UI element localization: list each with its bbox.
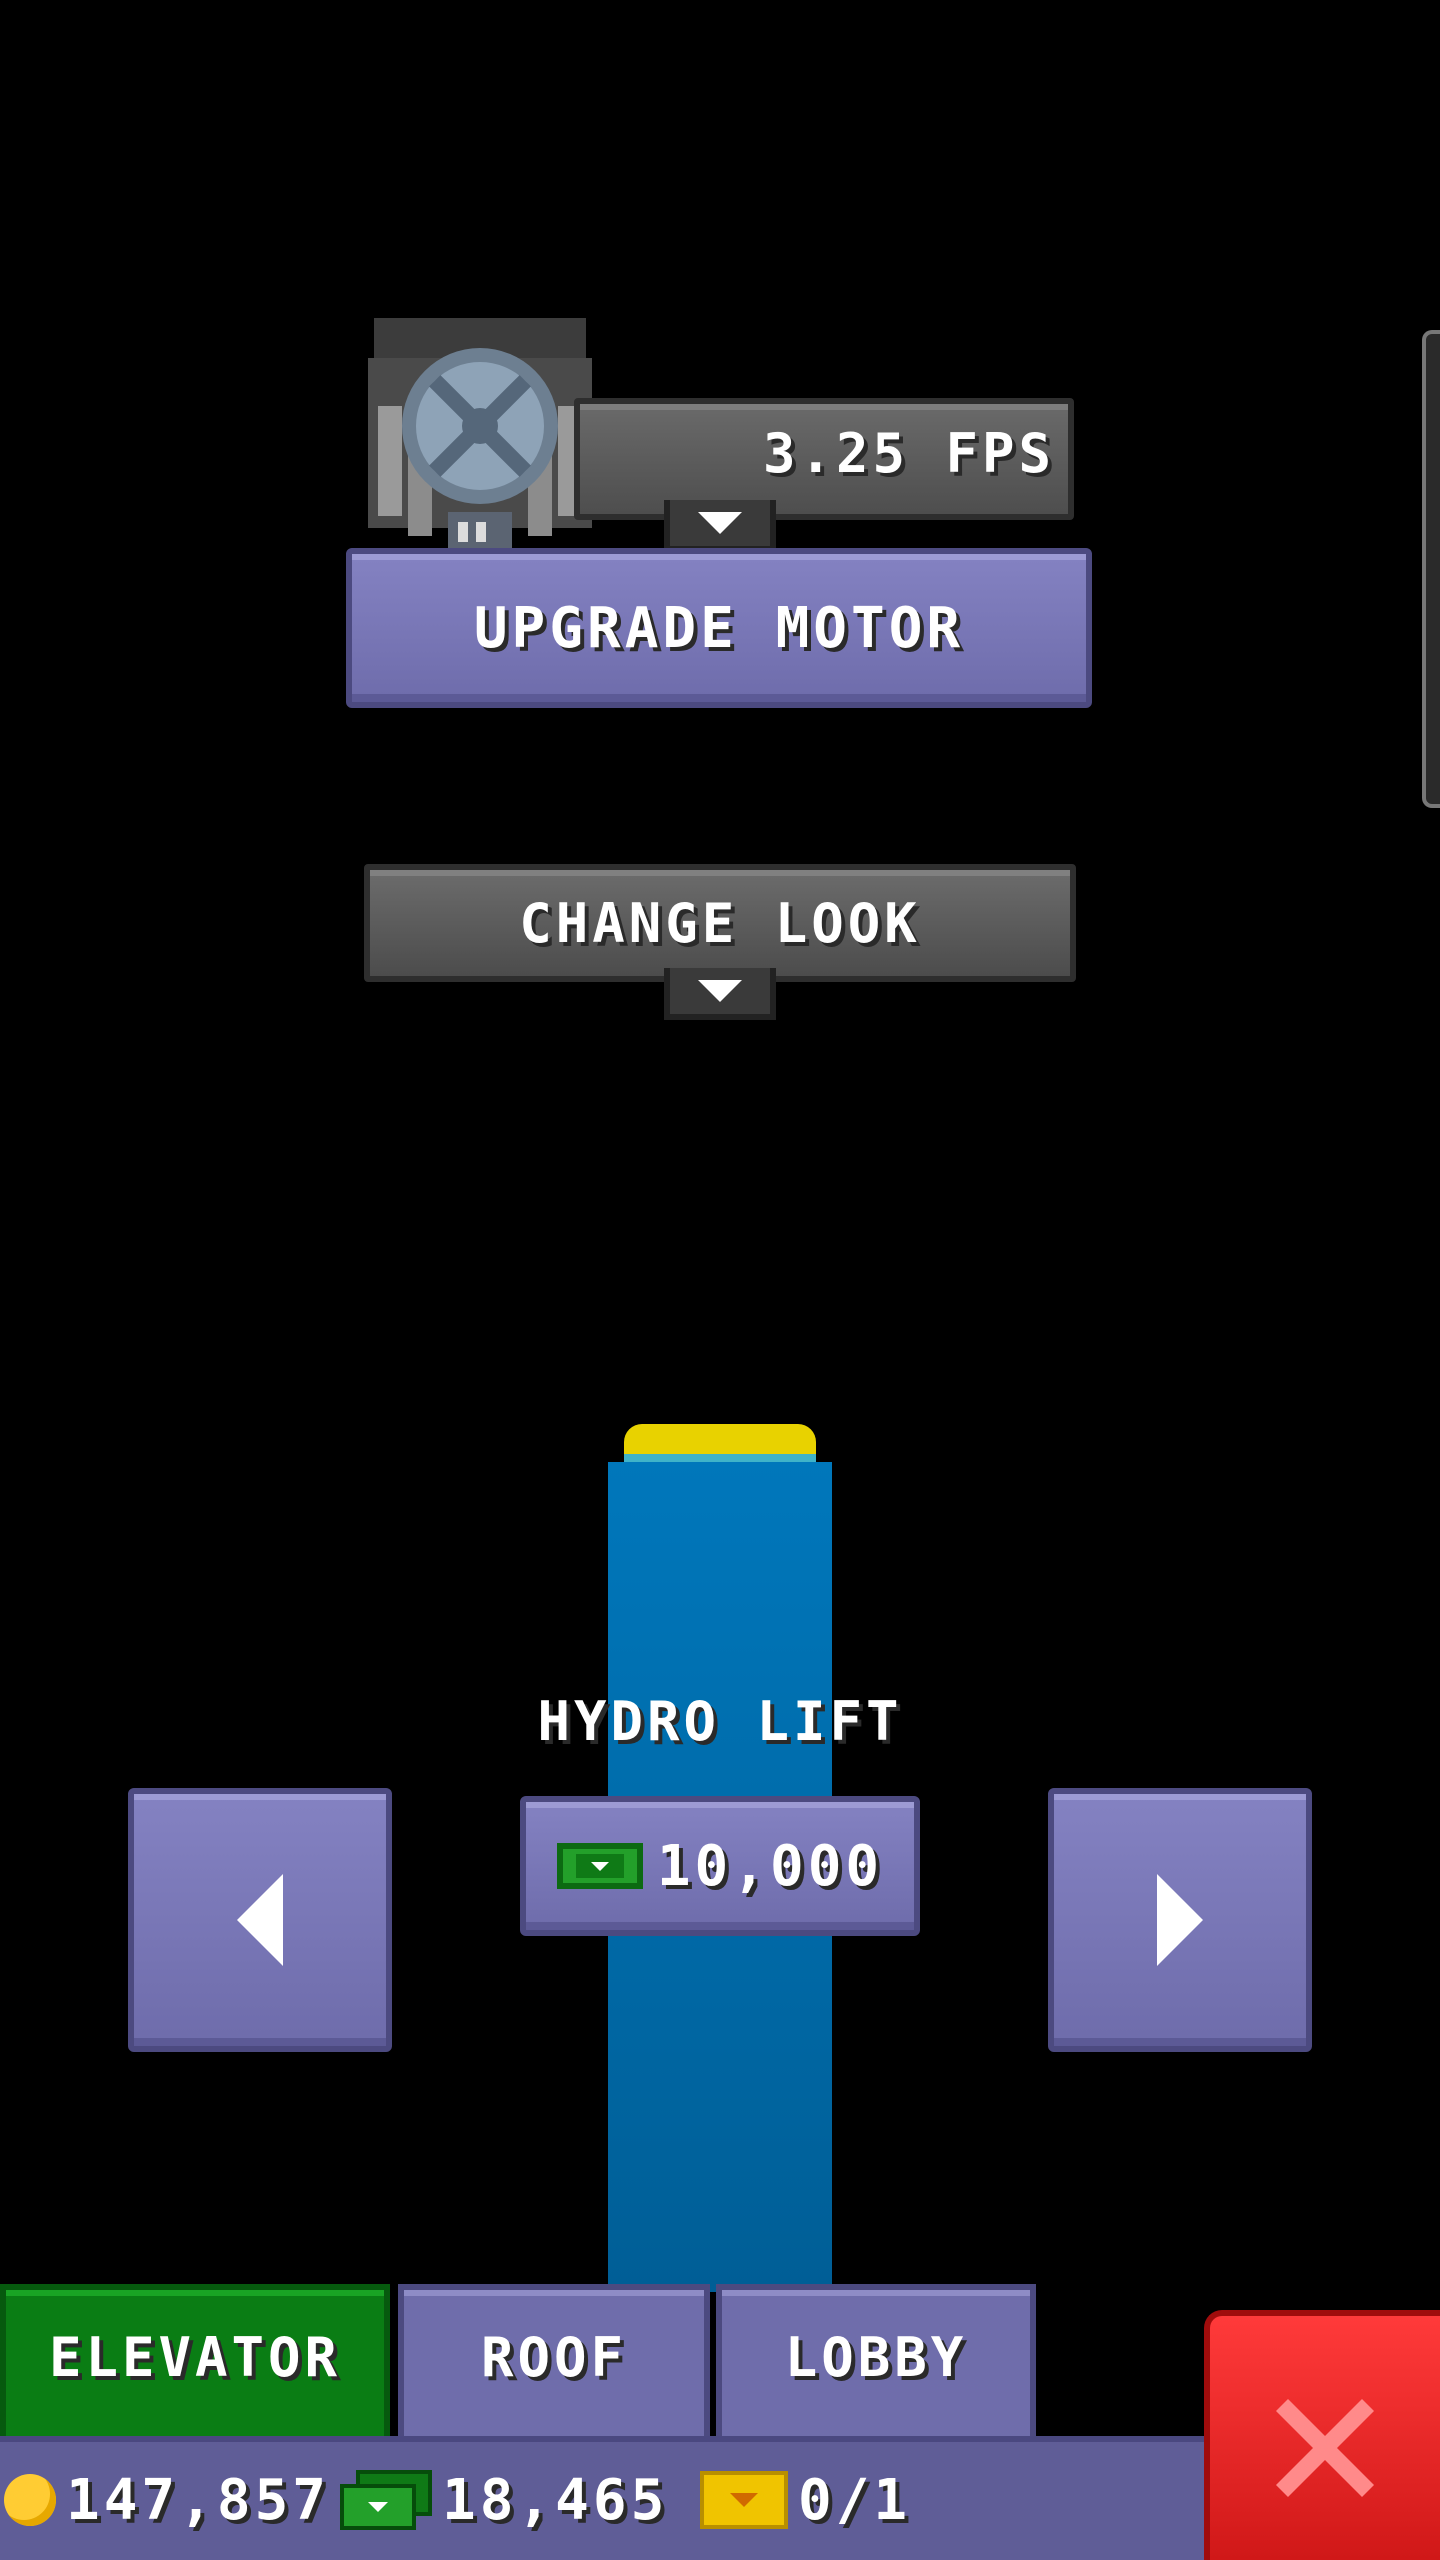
elevator-name: HYDRO LIFT xyxy=(537,1690,903,1753)
buy-elevator-button[interactable]: 10,000 xyxy=(520,1796,920,1936)
bux-icon xyxy=(340,2470,432,2530)
coins-counter: 147,857 xyxy=(4,2460,330,2540)
change-look-dropdown-tab[interactable] xyxy=(664,968,776,1020)
next-option-button[interactable] xyxy=(1048,1788,1312,2052)
close-button[interactable] xyxy=(1204,2310,1440,2560)
ticket-icon xyxy=(700,2471,788,2529)
coins-value: 147,857 xyxy=(66,2467,331,2533)
bux-value: 18,465 xyxy=(442,2467,669,2533)
tab-roof[interactable]: ROOF xyxy=(398,2284,710,2444)
arrow-left-icon xyxy=(237,1874,283,1966)
elevator-shaft-cap xyxy=(624,1424,816,1464)
chevron-down-icon xyxy=(698,980,742,1002)
tickets-counter: 0/1 xyxy=(700,2460,911,2540)
change-look-button[interactable]: CHANGE LOOK xyxy=(364,864,1076,982)
tickets-value: 0/1 xyxy=(798,2467,912,2533)
tab-lobby[interactable]: LOBBY xyxy=(716,2284,1036,2444)
previous-option-button[interactable] xyxy=(128,1788,392,2052)
tab-elevator[interactable]: ELEVATOR xyxy=(0,2284,390,2444)
upgrade-motor-button[interactable]: UPGRADE MOTOR xyxy=(346,548,1092,708)
scroll-handle[interactable] xyxy=(1422,330,1440,808)
bux-icon xyxy=(556,1843,643,1889)
motor-speed-label: 3.25 FPS xyxy=(762,421,1056,485)
motor-icon xyxy=(368,318,592,548)
close-icon xyxy=(1276,2399,1374,2497)
bux-counter: 18,465 xyxy=(340,2460,668,2540)
chevron-down-icon xyxy=(698,512,742,534)
speed-dropdown-tab[interactable] xyxy=(664,500,776,552)
elevator-price: 10,000 xyxy=(656,1833,884,1899)
coin-icon xyxy=(4,2474,56,2526)
arrow-right-icon xyxy=(1157,1874,1203,1966)
